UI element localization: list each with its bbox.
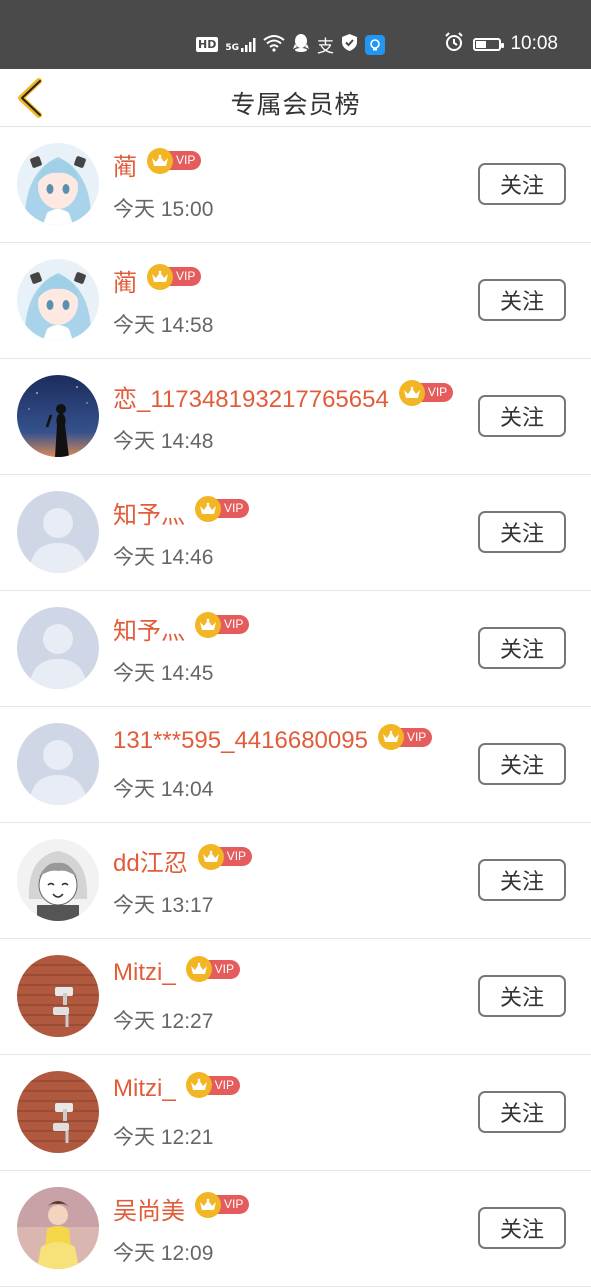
avatar[interactable] — [17, 491, 99, 573]
vip-badge: VIP — [195, 1191, 250, 1218]
alipay-icon: 支 — [317, 37, 334, 57]
follow-button[interactable]: 关注 — [478, 859, 566, 901]
name-line: 恋_117348193217765654 VIP — [113, 379, 454, 414]
follow-button[interactable]: 关注 — [478, 1207, 566, 1249]
visit-time: 今天 15:00 — [113, 198, 214, 221]
member-name[interactable]: 知予灬 — [113, 495, 185, 530]
member-name[interactable]: 吴尚美 — [113, 1191, 185, 1226]
list-item: 吴尚美 VIP 今天 12:09 关注 — [0, 1171, 591, 1287]
vip-badge: VIP — [185, 956, 241, 982]
crown-icon — [398, 379, 425, 406]
member-name[interactable]: 恋_117348193217765654 — [113, 379, 389, 414]
bulb-icon — [365, 34, 385, 55]
crown-icon — [195, 495, 221, 522]
battery-fill — [476, 40, 487, 48]
battery-icon — [473, 37, 505, 51]
name-line: Mitzi_ VIP — [113, 1072, 241, 1103]
vip-badge: VIP — [377, 724, 433, 750]
vip-badge: VIP — [398, 379, 454, 406]
follow-button[interactable]: 关注 — [478, 627, 566, 669]
visit-time: 今天 12:21 — [113, 1126, 214, 1149]
name-line: 131***595_4416680095 VIP — [113, 724, 433, 755]
avatar[interactable] — [17, 259, 99, 341]
member-name[interactable]: dd江忍 — [113, 843, 188, 878]
name-line: dd江忍 VIP — [113, 843, 253, 878]
name-line: 知予灬 VIP — [113, 611, 250, 646]
alarm-icon — [444, 32, 464, 56]
vip-badge: VIP — [195, 611, 250, 638]
name-line: 吴尚美 VIP — [113, 1191, 250, 1226]
list-item: 知予灬 VIP 今天 14:46 关注 — [0, 475, 591, 591]
name-line: Mitzi_ VIP — [113, 956, 241, 987]
status-icons-left: HD 5G 支 — [196, 32, 385, 57]
vip-badge: VIP — [185, 1072, 241, 1098]
hd-icon: HD — [196, 37, 219, 52]
vip-badge: VIP — [147, 147, 202, 174]
member-name[interactable]: 蔺 — [113, 263, 137, 298]
list-item: 131***595_4416680095 VIP 今天 14:04 关注 — [0, 707, 591, 823]
avatar[interactable] — [17, 1187, 99, 1269]
follow-button[interactable]: 关注 — [478, 975, 566, 1017]
list-item: dd江忍 VIP 今天 13:17 关注 — [0, 823, 591, 939]
vip-badge: VIP — [197, 843, 253, 870]
follow-button[interactable]: 关注 — [478, 1091, 566, 1133]
member-name[interactable]: 131***595_4416680095 — [113, 727, 368, 755]
follow-button[interactable]: 关注 — [478, 163, 566, 205]
avatar[interactable] — [17, 1071, 99, 1153]
network-label: 5G — [225, 42, 239, 53]
visit-time: 今天 14:04 — [113, 778, 214, 801]
crown-icon — [197, 843, 224, 870]
app-header: 专属会员榜 — [0, 69, 591, 127]
visit-time: 今天 14:45 — [113, 662, 214, 685]
name-line: 知予灬 VIP — [113, 495, 250, 530]
visit-time: 今天 14:48 — [113, 430, 214, 453]
status-icons-right: 10:08 — [444, 32, 558, 56]
list-item: 蔺 VIP 今天 15:00 关注 — [0, 127, 591, 243]
visit-time: 今天 13:17 — [113, 894, 214, 917]
visit-time: 今天 14:58 — [113, 314, 214, 337]
crown-icon — [147, 147, 173, 174]
clock: 10:08 — [510, 33, 558, 54]
member-name[interactable]: Mitzi_ — [113, 959, 176, 987]
member-name[interactable]: 蔺 — [113, 147, 137, 182]
crown-icon — [195, 1191, 221, 1218]
member-name[interactable]: 知予灬 — [113, 611, 185, 646]
avatar[interactable] — [17, 839, 99, 921]
vip-badge: VIP — [147, 263, 202, 290]
list-item: Mitzi_ VIP 今天 12:27 关注 — [0, 939, 591, 1055]
visit-time: 今天 12:09 — [113, 1242, 214, 1265]
signal-icon: 5G — [225, 37, 256, 53]
name-line: 蔺 VIP — [113, 147, 202, 182]
avatar[interactable] — [17, 143, 99, 225]
avatar[interactable] — [17, 955, 99, 1037]
list-item: 知予灬 VIP 今天 14:45 关注 — [0, 591, 591, 707]
follow-button[interactable]: 关注 — [478, 743, 566, 785]
page-title: 专属会员榜 — [230, 90, 361, 119]
crown-icon — [377, 724, 404, 750]
status-bar: HD 5G 支 10:08 — [0, 0, 591, 69]
member-list: 蔺 VIP 今天 15:00 关注 蔺 VIP 今天 14:58 关注 恋_11… — [0, 127, 591, 1287]
name-line: 蔺 VIP — [113, 263, 202, 298]
shield-icon — [341, 33, 358, 56]
visit-time: 今天 12:27 — [113, 1010, 214, 1033]
vip-badge: VIP — [195, 495, 250, 522]
follow-button[interactable]: 关注 — [478, 511, 566, 553]
list-item: Mitzi_ VIP 今天 12:21 关注 — [0, 1055, 591, 1171]
wifi-icon — [263, 34, 285, 56]
list-item: 恋_117348193217765654 VIP 今天 14:48 关注 — [0, 359, 591, 475]
crown-icon — [195, 611, 221, 638]
avatar[interactable] — [17, 723, 99, 805]
follow-button[interactable]: 关注 — [478, 395, 566, 437]
follow-button[interactable]: 关注 — [478, 279, 566, 321]
avatar[interactable] — [17, 607, 99, 689]
crown-icon — [185, 956, 212, 982]
crown-icon — [185, 1072, 212, 1098]
crown-icon — [147, 263, 173, 290]
visit-time: 今天 14:46 — [113, 546, 214, 569]
member-name[interactable]: Mitzi_ — [113, 1075, 176, 1103]
list-item: 蔺 VIP 今天 14:58 关注 — [0, 243, 591, 359]
qq-icon — [292, 33, 310, 57]
avatar[interactable] — [17, 375, 99, 457]
